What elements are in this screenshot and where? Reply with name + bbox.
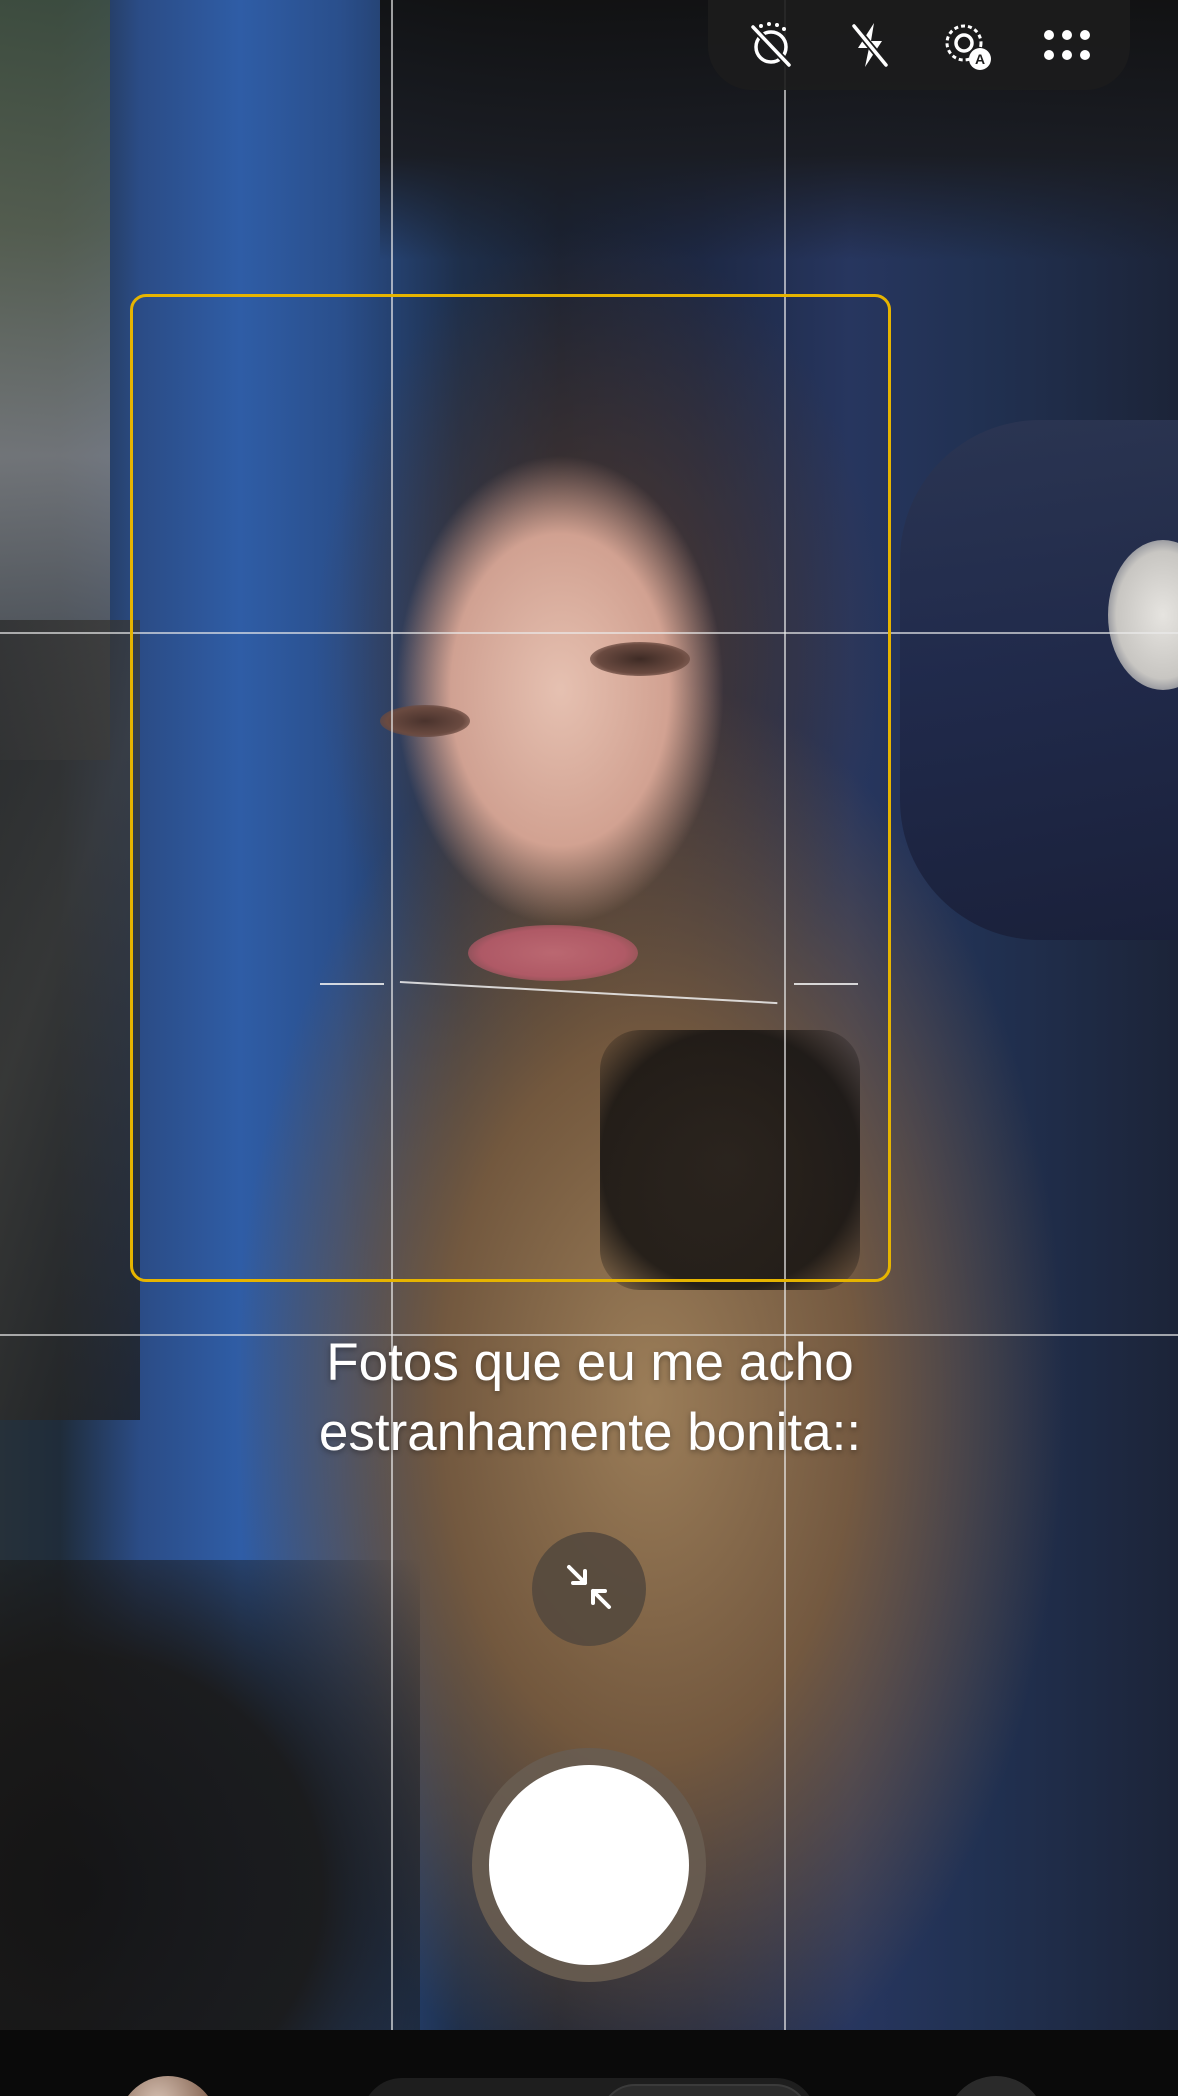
caption-line-1: Fotos que eu me acho (326, 1333, 854, 1392)
motion-photo-off-icon (743, 17, 799, 73)
motion-photo-toggle[interactable] (733, 7, 809, 83)
collapse-arrows-icon (561, 1559, 617, 1620)
viewfinder-window-frame (0, 620, 140, 1420)
face-detection-box (130, 294, 891, 1282)
level-indicator-left (320, 983, 384, 985)
flash-off-icon (842, 17, 898, 73)
bottom-controls-strip (0, 2030, 1178, 2096)
flash-toggle[interactable] (832, 7, 908, 83)
auto-focus-toggle[interactable]: A (930, 7, 1006, 83)
level-indicator-right (794, 983, 858, 985)
auto-focus-icon: A (938, 15, 998, 75)
shutter-inner-circle (489, 1765, 689, 1965)
more-options-icon (1040, 25, 1094, 65)
auto-badge: A (975, 51, 985, 67)
mode-selector-active[interactable] (600, 2084, 810, 2096)
quick-settings-bar: A (708, 0, 1130, 90)
camera-screen: A Fotos que eu me acho estranhamente bon… (0, 0, 1178, 2096)
collapse-button[interactable] (532, 1532, 646, 1646)
gallery-thumbnail[interactable] (118, 2076, 218, 2096)
shutter-button[interactable] (472, 1748, 706, 1982)
viewfinder-shadow (0, 1560, 420, 2030)
more-options-button[interactable] (1029, 7, 1105, 83)
switch-camera-button[interactable] (946, 2076, 1046, 2096)
video-caption: Fotos que eu me acho estranhamente bonit… (140, 1328, 1040, 1468)
caption-line-2: estranhamente bonita:: (318, 1403, 862, 1462)
